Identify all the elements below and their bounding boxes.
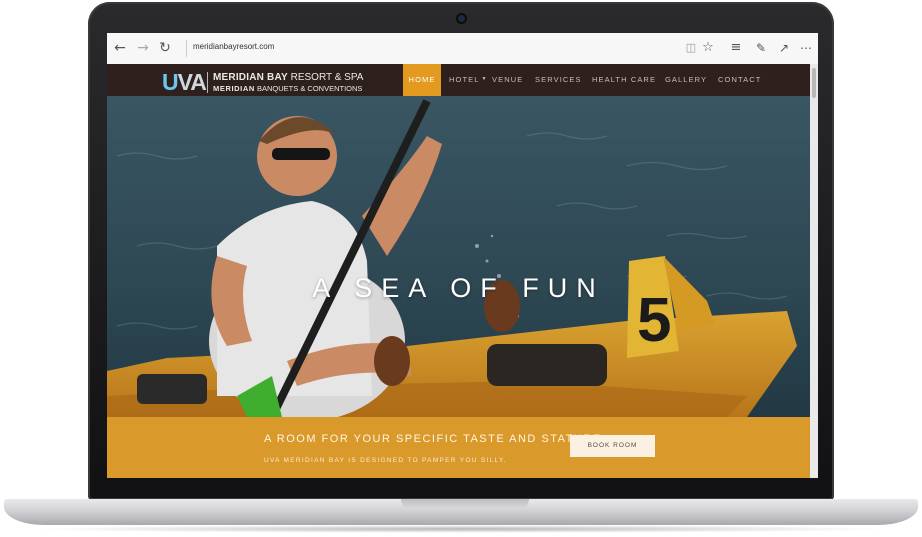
forward-arrow-icon[interactable]: → bbox=[134, 39, 152, 57]
address-bar[interactable]: meridianbayresort.com bbox=[193, 42, 274, 51]
cta-title: A ROOM FOR YOUR SPECIFIC TASTE AND STATU… bbox=[264, 433, 602, 445]
nav-hotel-label: HOTEL bbox=[449, 75, 480, 84]
logo-line-1: MERIDIAN BAY RESORT & SPA bbox=[213, 72, 363, 83]
laptop-shadow bbox=[30, 525, 892, 533]
nav-hotel[interactable]: HOTEL ▼ bbox=[449, 64, 488, 96]
laptop-notch bbox=[401, 499, 529, 509]
back-arrow-icon[interactable]: ← bbox=[111, 39, 129, 57]
logo-line2-bold: MERIDIAN bbox=[213, 84, 255, 93]
logo-letters-va: VA bbox=[177, 69, 207, 95]
webcam bbox=[458, 15, 465, 22]
nav-home[interactable]: HOME bbox=[403, 64, 441, 96]
nav-services[interactable]: SERVICES bbox=[535, 64, 582, 96]
hero-title: A SEA OF FUN bbox=[312, 273, 605, 303]
more-icon[interactable]: ⋯ bbox=[797, 39, 815, 57]
nav-gallery[interactable]: GALLERY bbox=[665, 64, 707, 96]
favorite-star-icon[interactable]: ☆ bbox=[699, 39, 717, 57]
logo-divider bbox=[207, 72, 208, 93]
address-separator bbox=[186, 40, 187, 57]
pen-icon[interactable]: ✎ bbox=[752, 39, 770, 57]
reading-view-icon[interactable]: ◫ bbox=[682, 39, 700, 57]
nav-venue[interactable]: VENUE bbox=[492, 64, 523, 96]
chevron-down-icon: ▼ bbox=[481, 76, 488, 82]
hero-photo: 5 bbox=[107, 96, 810, 417]
nav-health-care[interactable]: HEALTH CARE bbox=[592, 64, 656, 96]
scrollbar-thumb[interactable] bbox=[812, 68, 816, 98]
logo-line2-rest: BANQUETS & CONVENTIONS bbox=[256, 84, 363, 93]
cta-subtitle: UVA MERIDIAN BAY IS DESIGNED TO PAMPER Y… bbox=[264, 457, 507, 464]
refresh-icon[interactable]: ↻ bbox=[156, 39, 174, 57]
logo-letter-u: U bbox=[162, 69, 179, 95]
book-room-button[interactable]: BOOK ROOM bbox=[570, 435, 655, 457]
uva-logo[interactable]: UVA bbox=[162, 69, 207, 95]
laptop-screen: ← → ↻ meridianbayresort.com ◫ ☆ ≡ ✎ ↗ ⋯ … bbox=[107, 33, 818, 478]
logo-line1-bold: MERIDIAN BAY bbox=[213, 72, 288, 83]
nav-contact[interactable]: CONTACT bbox=[718, 64, 761, 96]
scrollbar[interactable] bbox=[810, 64, 818, 478]
hub-icon[interactable]: ≡ bbox=[727, 39, 745, 57]
browser-toolbar: ← → ↻ meridianbayresort.com ◫ ☆ ≡ ✎ ↗ ⋯ bbox=[107, 33, 818, 65]
booking-cta-band: A ROOM FOR YOUR SPECIFIC TASTE AND STATU… bbox=[107, 417, 810, 478]
logo-line-2: MERIDIAN BANQUETS & CONVENTIONS bbox=[213, 84, 362, 93]
laptop-base bbox=[4, 499, 918, 525]
share-icon[interactable]: ↗ bbox=[775, 39, 793, 57]
logo-line1-rest: RESORT & SPA bbox=[290, 72, 364, 83]
hero-slider[interactable]: 5 A SEA OF FUN bbox=[107, 96, 810, 417]
